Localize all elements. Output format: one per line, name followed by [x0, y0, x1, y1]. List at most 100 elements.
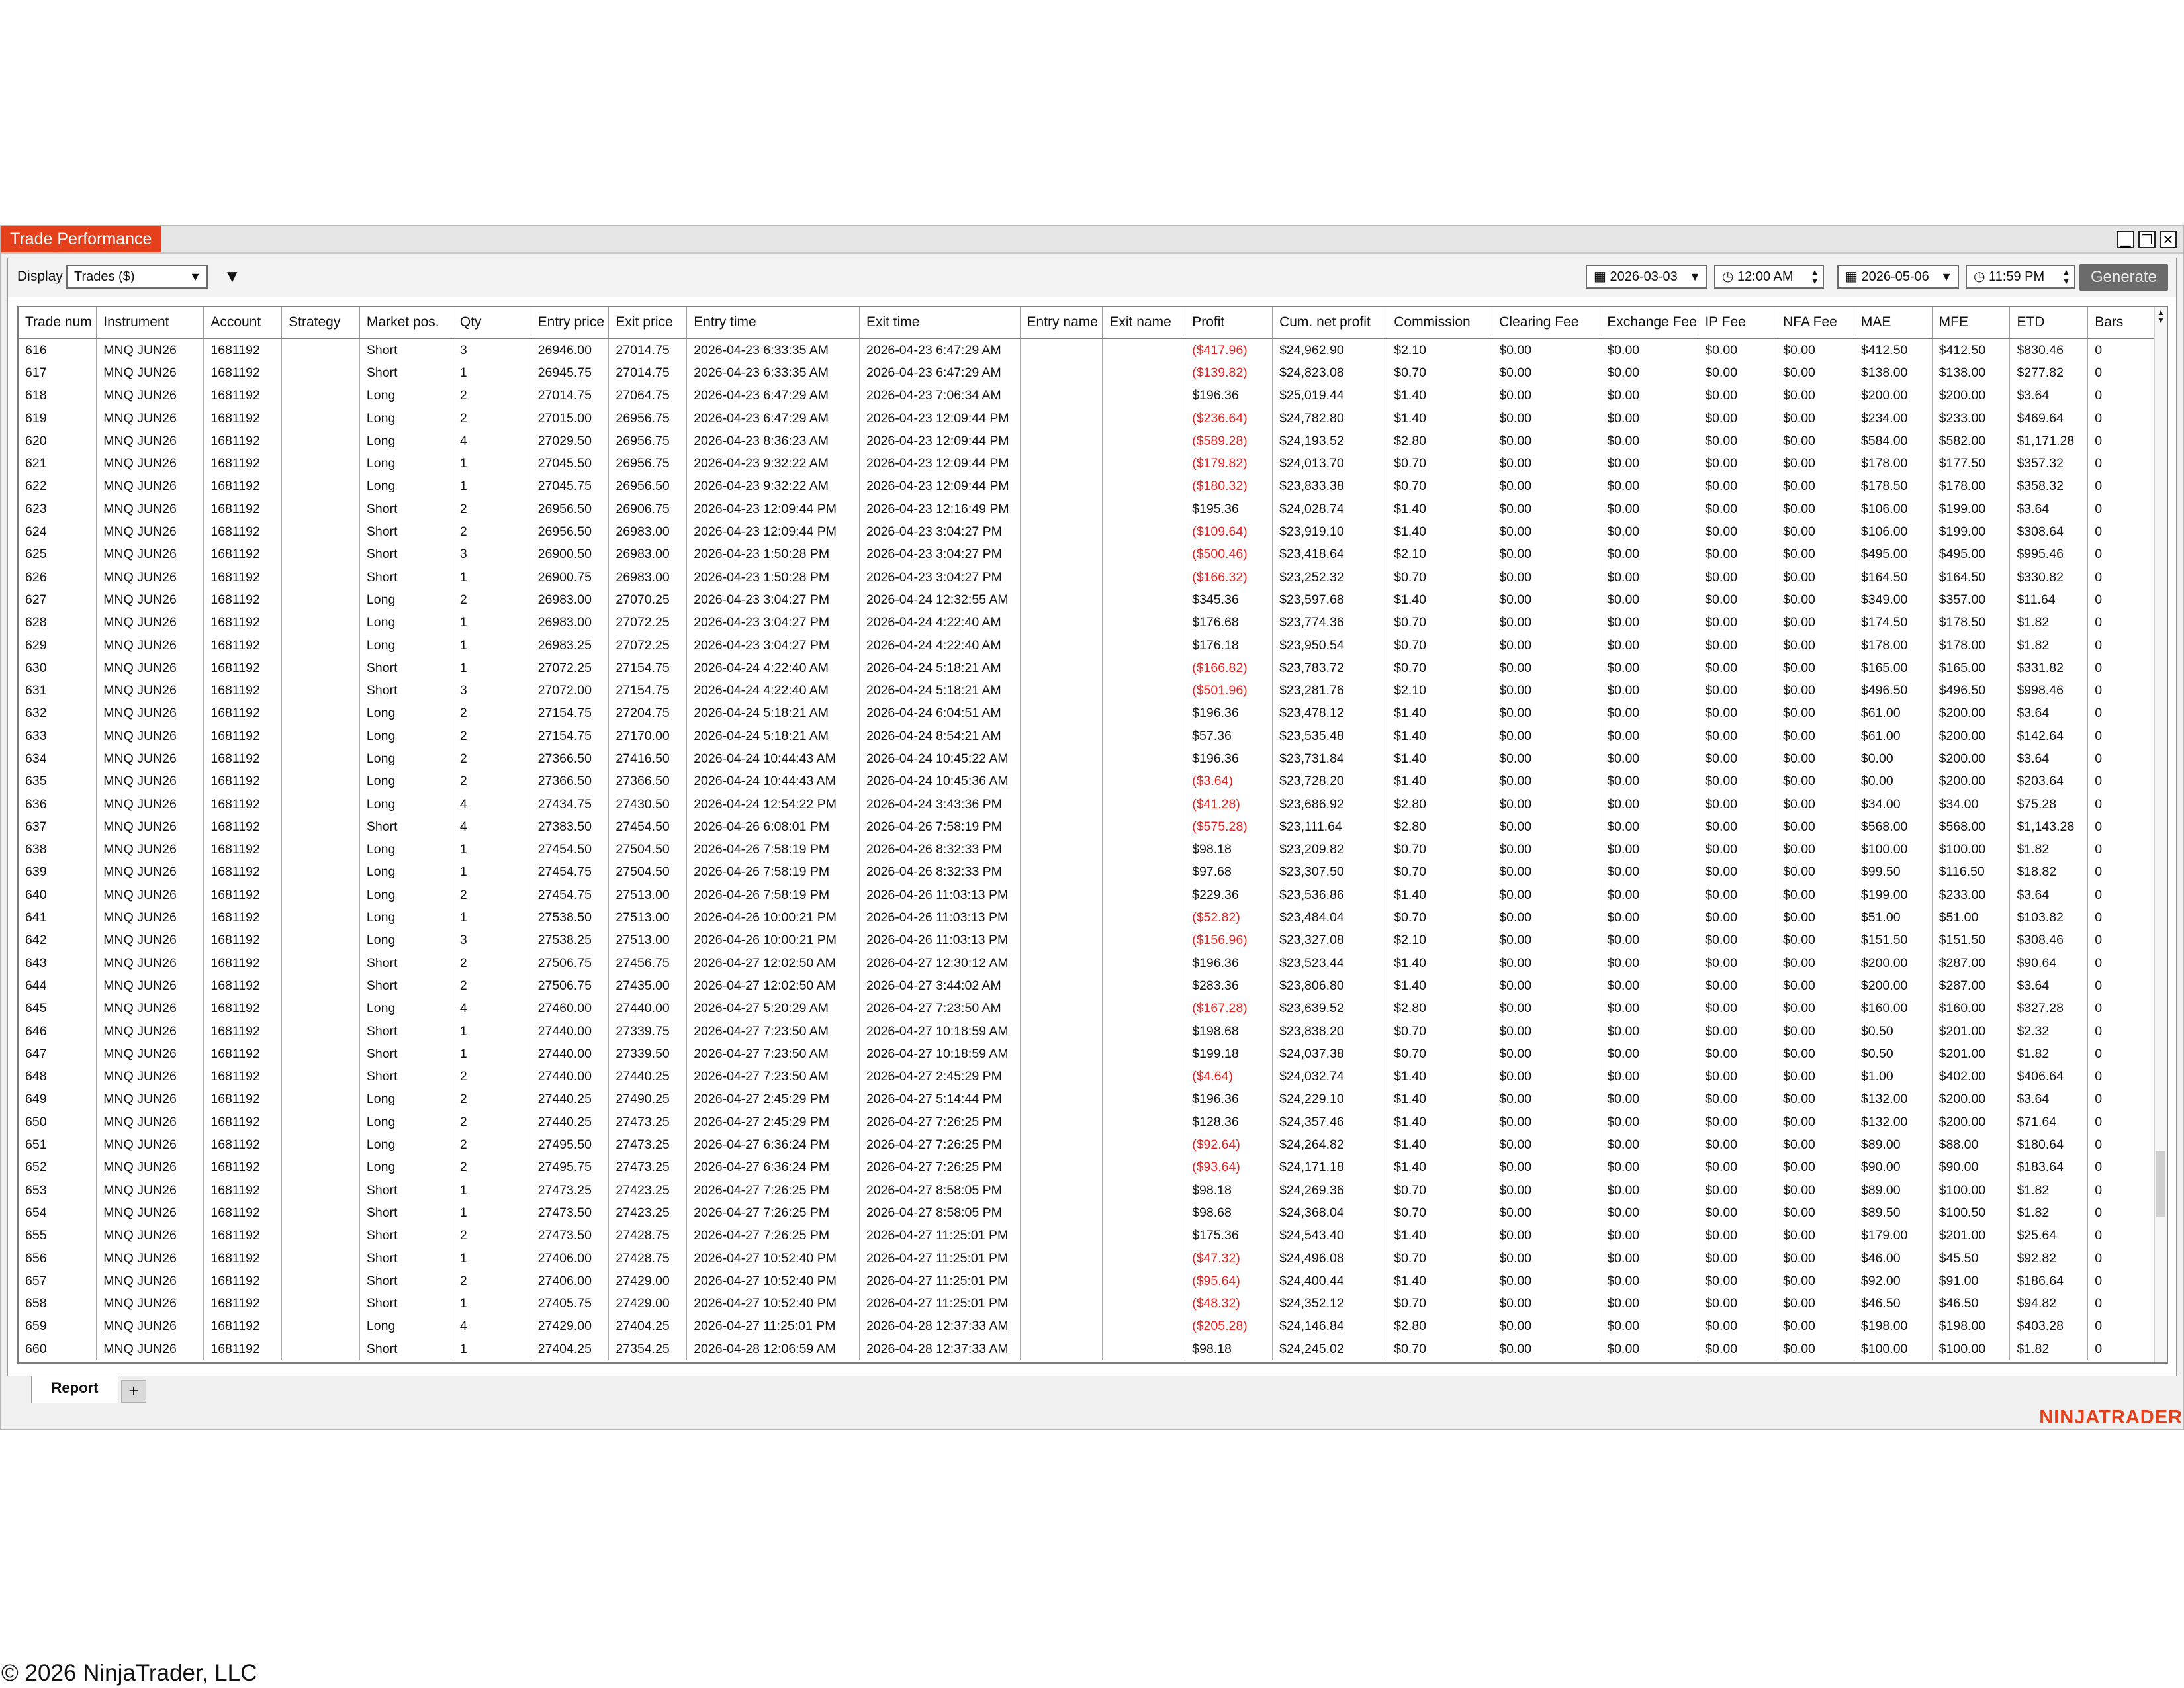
table-cell: 26900.50 — [531, 543, 610, 566]
table-cell: $1.40 — [1387, 1065, 1493, 1088]
table-row[interactable]: 621 MNQ JUN26 1681192 Long 1 27045.50 26956.75… — [19, 452, 2156, 475]
table-row[interactable]: 625 MNQ JUN26 1681192 Short 3 26900.50 26983.0… — [19, 543, 2156, 566]
table-row[interactable]: 623 MNQ JUN26 1681192 Short 2 26956.50 26906.7… — [19, 498, 2156, 521]
table-row[interactable]: 616 MNQ JUN26 1681192 Short 3 26946.00 27014.7… — [19, 338, 2156, 362]
minimize-icon[interactable]: ▁ — [2117, 231, 2134, 248]
spinner-icon[interactable]: ▲ ▼ — [1811, 267, 1819, 286]
column-header[interactable]: Entry price — [531, 307, 610, 339]
column-header[interactable]: IP Fee — [1698, 307, 1777, 339]
table-cell: $0.00 — [1776, 1111, 1854, 1134]
table-row[interactable]: 647 MNQ JUN26 1681192 Short 1 27440.00 27339.5… — [19, 1043, 2156, 1066]
table-row[interactable]: 649 MNQ JUN26 1681192 Long 2 27440.25 27490.25… — [19, 1088, 2156, 1111]
table-row[interactable]: 639 MNQ JUN26 1681192 Long 1 27454.75 27504.50… — [19, 861, 2156, 884]
add-tab-button[interactable]: + — [121, 1380, 146, 1403]
table-row[interactable]: 648 MNQ JUN26 1681192 Short 2 27440.00 27440.2… — [19, 1065, 2156, 1088]
table-row[interactable]: 624 MNQ JUN26 1681192 Short 2 26956.50 26983.0… — [19, 520, 2156, 543]
column-header[interactable]: Clearing Fee — [1492, 307, 1601, 339]
table-row[interactable]: 644 MNQ JUN26 1681192 Short 2 27506.75 27435.0… — [19, 974, 2156, 998]
table-row[interactable]: 660 MNQ JUN26 1681192 Short 1 27404.25 27354.2… — [19, 1338, 2156, 1361]
table-cell: $46.50 — [1854, 1292, 1933, 1315]
column-header[interactable]: Exit time — [859, 307, 1021, 339]
filter-icon[interactable]: ▼ — [224, 266, 241, 287]
table-row[interactable]: 659 MNQ JUN26 1681192 Long 4 27429.00 27404.25… — [19, 1315, 2156, 1338]
table-row[interactable]: 657 MNQ JUN26 1681192 Short 2 27406.00 27429.0… — [19, 1270, 2156, 1293]
column-header[interactable]: Entry name — [1020, 307, 1103, 339]
column-header[interactable]: Profit — [1185, 307, 1273, 339]
table-cell: $1.82 — [2009, 611, 2089, 634]
scroll-thumb[interactable] — [2156, 1151, 2165, 1217]
restore-icon[interactable]: ❐ — [2138, 231, 2156, 248]
column-header[interactable]: Strategy — [281, 307, 360, 339]
table-row[interactable]: 622 MNQ JUN26 1681192 Long 1 27045.75 26956.50… — [19, 475, 2156, 498]
table-cell: 27506.75 — [531, 974, 610, 998]
start-date-picker[interactable]: ▦ 2026-03-03 ▼ — [1586, 265, 1707, 289]
table-row[interactable]: 627 MNQ JUN26 1681192 Long 2 26983.00 27070.25… — [19, 588, 2156, 612]
table-row[interactable]: 631 MNQ JUN26 1681192 Short 3 27072.00 27154.7… — [19, 679, 2156, 702]
end-time-picker[interactable]: ◷ 11:59 PM ▲ ▼ — [1966, 265, 2075, 289]
column-header[interactable]: MAE — [1854, 307, 1933, 339]
table-cell: $0.00 — [1776, 633, 1854, 657]
vertical-scrollbar[interactable]: ▲ ▼ — [2154, 307, 2167, 1362]
table-row[interactable]: 620 MNQ JUN26 1681192 Long 4 27029.50 26956.75… — [19, 430, 2156, 453]
column-header[interactable]: MFE — [1932, 307, 2011, 339]
column-header[interactable]: Exit price — [608, 307, 688, 339]
table-cell: $186.64 — [2009, 1270, 2089, 1293]
table-row[interactable]: 655 MNQ JUN26 1681192 Short 2 27473.50 27428.7… — [19, 1224, 2156, 1247]
table-row[interactable]: 650 MNQ JUN26 1681192 Long 2 27440.25 27473.25… — [19, 1111, 2156, 1134]
table-cell: $0.00 — [1776, 361, 1854, 385]
column-header[interactable]: ETD — [2009, 307, 2089, 339]
table-row[interactable]: 630 MNQ JUN26 1681192 Short 1 27072.25 27154.7… — [19, 657, 2156, 680]
spinner-icon[interactable]: ▲ ▼ — [2062, 267, 2070, 286]
table-row[interactable]: 619 MNQ JUN26 1681192 Long 2 27015.00 26956.75… — [19, 406, 2156, 430]
column-header[interactable]: Trade num — [19, 307, 97, 339]
table-row[interactable]: 634 MNQ JUN26 1681192 Long 2 27366.50 27416.50… — [19, 747, 2156, 771]
column-header[interactable]: Commission — [1387, 307, 1493, 339]
table-row[interactable]: 656 MNQ JUN26 1681192 Short 1 27406.00 27428.7… — [19, 1246, 2156, 1270]
column-header[interactable]: Instrument — [96, 307, 205, 339]
table-row[interactable]: 626 MNQ JUN26 1681192 Short 1 26900.75 26983.0… — [19, 565, 2156, 589]
table-row[interactable]: 635 MNQ JUN26 1681192 Long 2 27366.50 27366.50… — [19, 770, 2156, 793]
generate-button[interactable]: Generate — [2079, 264, 2168, 291]
table-row[interactable]: 654 MNQ JUN26 1681192 Short 1 27473.50 27423.2… — [19, 1201, 2156, 1225]
table-row[interactable]: 643 MNQ JUN26 1681192 Short 2 27506.75 27456.7… — [19, 952, 2156, 975]
column-header[interactable]: Cum. net profit — [1272, 307, 1388, 339]
column-header[interactable]: Account — [203, 307, 283, 339]
table-row[interactable]: 652 MNQ JUN26 1681192 Long 2 27495.75 27473.25… — [19, 1156, 2156, 1179]
table-row[interactable]: 636 MNQ JUN26 1681192 Long 4 27434.75 27430.50… — [19, 792, 2156, 816]
table-row[interactable]: 642 MNQ JUN26 1681192 Long 3 27538.25 27513.00… — [19, 929, 2156, 953]
tab-report[interactable]: Report — [31, 1376, 118, 1403]
table-row[interactable]: 629 MNQ JUN26 1681192 Long 1 26983.25 27072.25… — [19, 633, 2156, 657]
column-header[interactable]: Bars — [2087, 307, 2156, 339]
column-header[interactable]: Entry time — [686, 307, 860, 339]
table-row[interactable]: 628 MNQ JUN26 1681192 Long 1 26983.00 27072.25… — [19, 611, 2156, 634]
table-row[interactable]: 618 MNQ JUN26 1681192 Long 2 27014.75 27064.75… — [19, 384, 2156, 407]
table-cell — [1102, 1315, 1186, 1338]
start-time-picker[interactable]: ◷ 12:00 AM ▲ ▼ — [1714, 265, 1824, 289]
table-cell — [281, 1088, 360, 1111]
table-row[interactable]: 641 MNQ JUN26 1681192 Long 1 27538.50 27513.00… — [19, 906, 2156, 929]
table-row[interactable]: 640 MNQ JUN26 1681192 Long 2 27454.75 27513.00… — [19, 884, 2156, 907]
table-cell: $23,950.54 — [1272, 633, 1388, 657]
display-select[interactable]: Trades ($) ▼ — [66, 265, 208, 289]
table-cell: 27366.50 — [531, 747, 610, 771]
table-row[interactable]: 653 MNQ JUN26 1681192 Short 1 27473.25 27423.2… — [19, 1178, 2156, 1202]
table-row[interactable]: 651 MNQ JUN26 1681192 Long 2 27495.50 27473.25… — [19, 1133, 2156, 1156]
table-row[interactable]: 617 MNQ JUN26 1681192 Short 1 26945.75 27014.7… — [19, 361, 2156, 385]
table-row[interactable]: 658 MNQ JUN26 1681192 Short 1 27405.75 27429.0… — [19, 1292, 2156, 1315]
table-cell: $0.00 — [1698, 747, 1777, 771]
table-row[interactable]: 632 MNQ JUN26 1681192 Long 2 27154.75 27204.75… — [19, 702, 2156, 726]
column-header[interactable]: Exit name — [1102, 307, 1186, 339]
column-header[interactable]: NFA Fee — [1776, 307, 1854, 339]
table-row[interactable]: 638 MNQ JUN26 1681192 Long 1 27454.50 27504.50… — [19, 838, 2156, 861]
table-row[interactable]: 637 MNQ JUN26 1681192 Short 4 27383.50 27454.5… — [19, 816, 2156, 839]
column-header[interactable]: Exchange Fee — [1600, 307, 1699, 339]
column-header[interactable]: Market pos. — [359, 307, 453, 339]
table-row[interactable]: 646 MNQ JUN26 1681192 Short 1 27440.00 27339.7… — [19, 1019, 2156, 1043]
table-cell: 2 — [453, 588, 531, 612]
column-header[interactable]: Qty — [453, 307, 531, 339]
scroll-arrows-icon[interactable]: ▲ ▼ — [2157, 308, 2165, 324]
end-date-picker[interactable]: ▦ 2026-05-06 ▼ — [1837, 265, 1959, 289]
table-row[interactable]: 633 MNQ JUN26 1681192 Long 2 27154.75 27170.00… — [19, 725, 2156, 748]
close-icon[interactable]: ✕ — [2160, 231, 2177, 248]
table-row[interactable]: 645 MNQ JUN26 1681192 Long 4 27460.00 27440.00… — [19, 997, 2156, 1020]
